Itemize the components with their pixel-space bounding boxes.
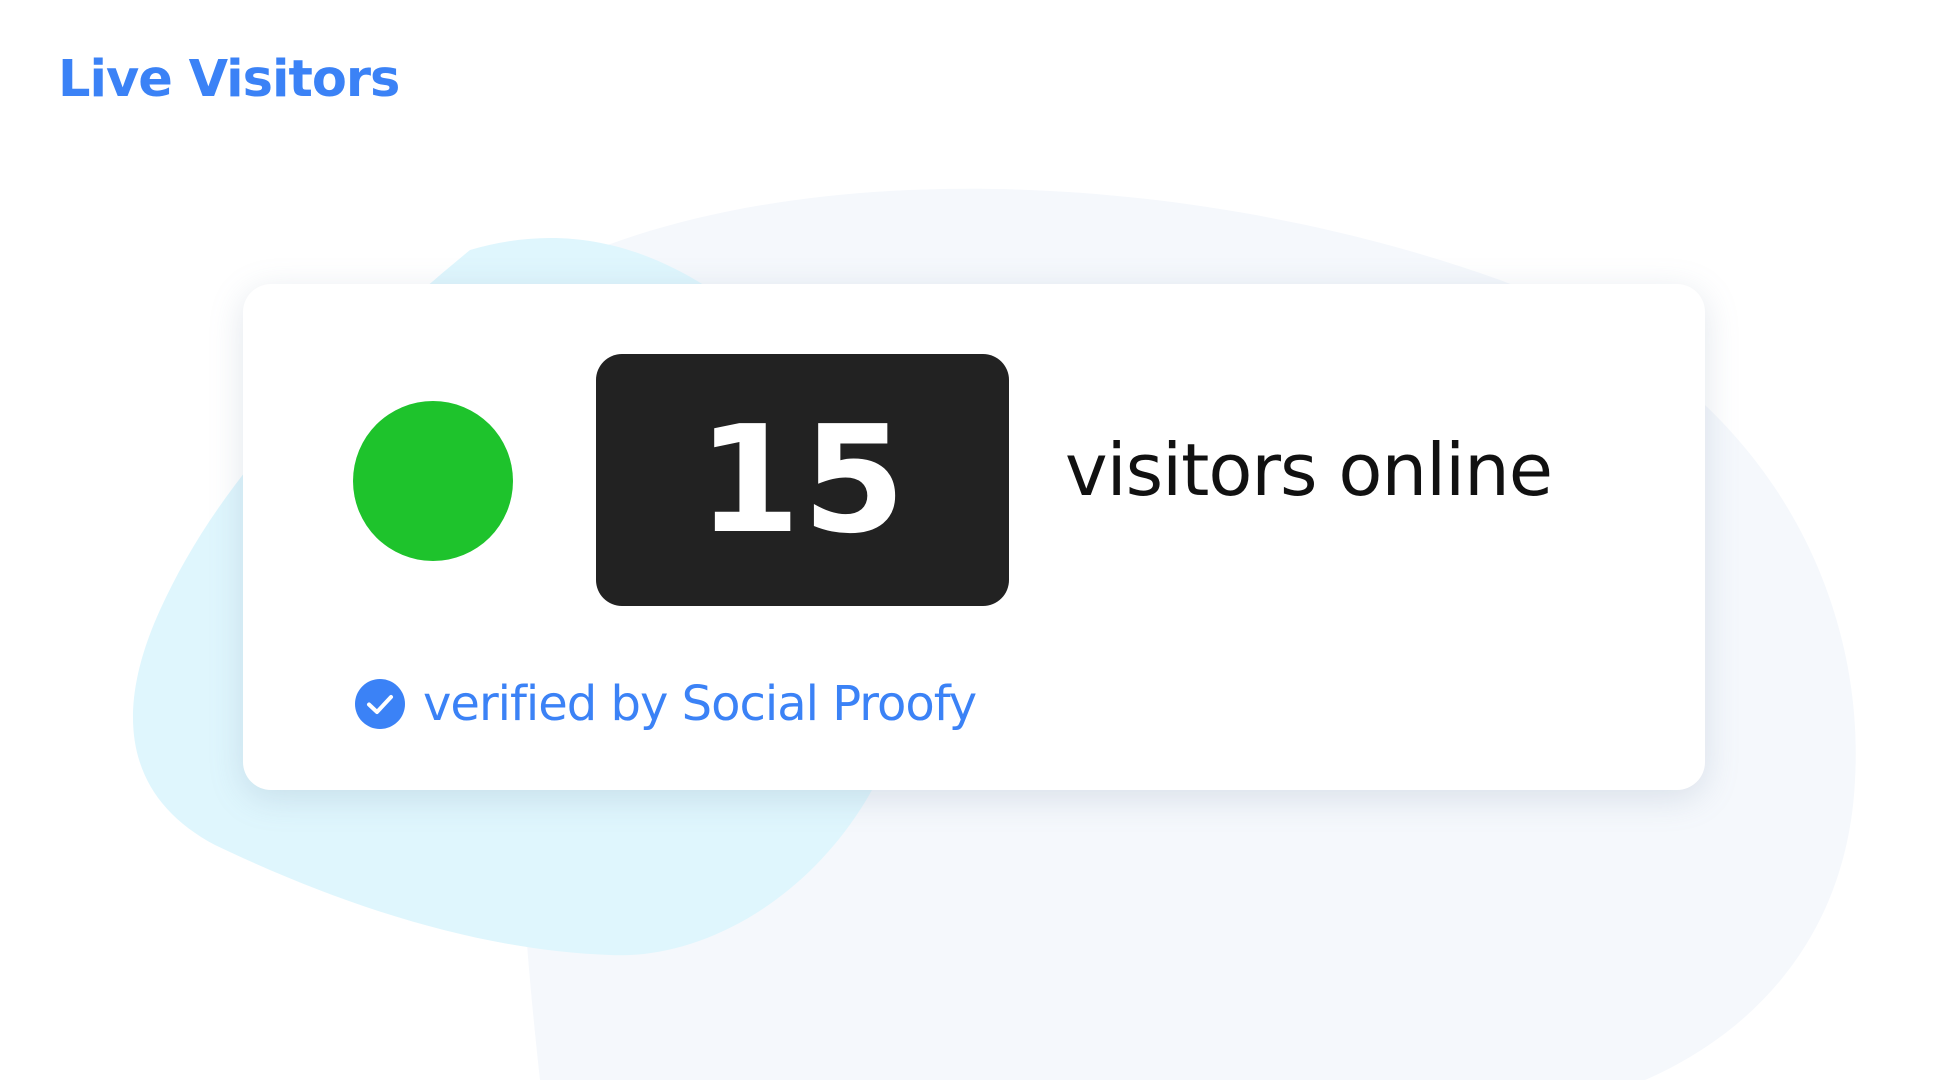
status-dot-icon	[353, 401, 513, 561]
visitors-online-label: visitors online	[1065, 428, 1553, 512]
live-visitors-widget: 15 visitors online verified by Social Pr…	[243, 284, 1705, 790]
page-title: Live Visitors	[58, 50, 400, 109]
visitor-count: 15	[697, 394, 908, 566]
check-circle-icon	[355, 679, 405, 729]
verified-text: verified by Social Proofy	[423, 676, 977, 732]
verified-badge: verified by Social Proofy	[355, 676, 977, 732]
visitor-count-box: 15	[596, 354, 1009, 606]
